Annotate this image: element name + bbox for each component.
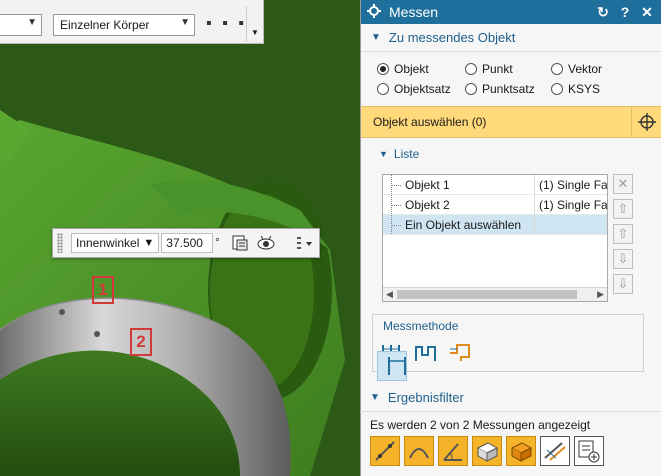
- object-type-radio-group: Objekt Punkt Vektor Objektsatz Punktsatz…: [361, 52, 661, 104]
- collapse-triangle-icon: ▼: [371, 32, 381, 43]
- list-item-type: (1) Single Fac: [539, 197, 607, 212]
- select-object-row[interactable]: Objekt auswählen (0): [361, 106, 661, 138]
- list-item-type: [535, 215, 607, 234]
- list-section-title: Liste: [393, 147, 420, 161]
- filter-distance-icon[interactable]: [370, 436, 400, 466]
- toolbar-options-button[interactable]: ▼: [246, 6, 262, 42]
- method-pair-icon[interactable]: [445, 337, 475, 367]
- remove-icon[interactable]: ✕: [613, 174, 633, 194]
- filter-angle-icon[interactable]: [438, 436, 468, 466]
- object-list: Objekt 1 (1) Single Fac Objekt 2 (1) Sin…: [382, 174, 608, 302]
- object-section-header[interactable]: ▼ Zu messendes Objekt: [361, 24, 661, 52]
- measure-method-label: Messmethode: [383, 319, 459, 333]
- radio-dot: [551, 83, 563, 95]
- radio-label: KSYS: [568, 82, 601, 96]
- filter-volume-icon[interactable]: [506, 436, 536, 466]
- result-filter-section-header[interactable]: ▼ Ergebnisfilter: [360, 384, 661, 412]
- selection-toolbar: ▼ Einzelner Körper ▼ ▪ ▪ ▪ ▼: [0, 0, 264, 44]
- method-chain-icon[interactable]: [411, 337, 441, 367]
- radio-label: Objektsatz: [394, 82, 451, 96]
- radio-ksys[interactable]: KSYS: [551, 82, 641, 96]
- list-item-name: Objekt 1: [383, 175, 535, 194]
- selection-scope-select[interactable]: Einzelner Körper ▼: [53, 14, 195, 36]
- move-to-top-icon[interactable]: ⇧: [613, 199, 633, 219]
- method-distance-icon[interactable]: [377, 351, 407, 381]
- result-filter-title: Ergebnisfilter: [387, 390, 464, 405]
- crosshair-icon[interactable]: [631, 107, 661, 137]
- measurement-float-bar: Innenwinkel ▼ 37.500 °: [52, 228, 320, 258]
- horizontal-scrollbar[interactable]: ◀ ▶: [383, 287, 607, 301]
- list-item[interactable]: Ein Objekt auswählen: [383, 215, 607, 235]
- dialog-title: Messen: [389, 4, 439, 20]
- graphics-viewport[interactable]: ▼ Einzelner Körper ▼ ▪ ▪ ▪ ▼ Innenwinkel…: [0, 0, 360, 476]
- list-item[interactable]: Objekt 2 (1) Single Fac: [383, 195, 607, 215]
- measure-type-value: Innenwinkel: [76, 236, 140, 250]
- chevron-down-icon: ▼: [27, 17, 37, 28]
- filter-associative-icon[interactable]: [540, 436, 570, 466]
- chevron-down-icon: ▼: [180, 17, 190, 28]
- move-up-icon[interactable]: ⇧: [613, 224, 633, 244]
- filter-area-icon[interactable]: [472, 436, 502, 466]
- scroll-right-icon[interactable]: ▶: [597, 289, 604, 300]
- collapse-triangle-icon: ▼: [379, 149, 388, 159]
- radio-label: Vektor: [568, 62, 603, 76]
- list-item-name: Objekt 2: [383, 195, 535, 214]
- face-marker-2: 2: [130, 328, 152, 356]
- float-bar-menu-button[interactable]: [293, 233, 315, 253]
- dialog-title-bar: Messen ↻ ? ✕: [361, 0, 661, 24]
- copy-to-clipboard-icon[interactable]: [229, 233, 251, 253]
- measure-type-select[interactable]: Innenwinkel ▼: [71, 233, 160, 253]
- chevron-down-icon: ▼: [143, 237, 155, 249]
- radio-label: Punktsatz: [482, 82, 535, 96]
- list-action-buttons: ✕ ⇧ ⇧ ⇩ ⇩: [613, 174, 635, 299]
- measure-method-group: Messmethode: [372, 314, 644, 381]
- object-section-title: Zu messendes Objekt: [388, 30, 516, 45]
- unit-label: °: [215, 237, 220, 249]
- help-icon[interactable]: ?: [617, 4, 633, 20]
- radio-punkt[interactable]: Punkt: [465, 62, 551, 76]
- filter-list-add-icon[interactable]: [574, 436, 604, 466]
- result-count-text: Es werden 2 von 2 Messungen angezeigt: [370, 418, 591, 432]
- radio-vektor[interactable]: Vektor: [551, 62, 641, 76]
- collapse-triangle-icon: ▼: [370, 392, 380, 403]
- radio-dot: [465, 63, 477, 75]
- drag-handle[interactable]: [57, 233, 63, 253]
- show-hide-eye-icon[interactable]: [255, 233, 277, 253]
- list-item-type: (1) Single Fac: [539, 177, 607, 192]
- select-object-label: Objekt auswählen (0): [373, 115, 487, 129]
- radio-dot: [551, 63, 563, 75]
- move-down-icon[interactable]: ⇩: [613, 249, 633, 269]
- radio-dot: [465, 83, 477, 95]
- list-item-name: Ein Objekt auswählen: [383, 215, 535, 234]
- more-options-button[interactable]: ▪ ▪ ▪: [206, 15, 247, 33]
- reset-icon[interactable]: ↻: [595, 4, 611, 21]
- scroll-left-icon[interactable]: ◀: [386, 289, 393, 300]
- type-filter-select[interactable]: ▼: [0, 14, 42, 36]
- radio-label: Punkt: [482, 62, 513, 76]
- angle-value-field[interactable]: 37.500: [161, 233, 214, 253]
- radio-dot: [377, 83, 389, 95]
- list-item[interactable]: Objekt 1 (1) Single Fac: [383, 175, 607, 195]
- chevron-down-icon: ▼: [251, 28, 259, 37]
- gear-icon: [367, 3, 381, 21]
- close-icon[interactable]: ✕: [639, 4, 655, 21]
- radio-objektsatz[interactable]: Objektsatz: [377, 82, 465, 96]
- radio-punktsatz[interactable]: Punktsatz: [465, 82, 551, 96]
- face-marker-1: 1: [92, 276, 114, 304]
- list-section-header[interactable]: ▼ Liste: [361, 142, 661, 166]
- result-filter-buttons: [370, 436, 604, 466]
- scrollbar-thumb[interactable]: [397, 290, 577, 299]
- radio-label: Objekt: [394, 62, 429, 76]
- move-to-bottom-icon[interactable]: ⇩: [613, 274, 633, 294]
- radio-objekt[interactable]: Objekt: [377, 62, 465, 76]
- radio-dot: [377, 63, 389, 75]
- selection-scope-value: Einzelner Körper: [60, 18, 150, 32]
- filter-curve-icon[interactable]: [404, 436, 434, 466]
